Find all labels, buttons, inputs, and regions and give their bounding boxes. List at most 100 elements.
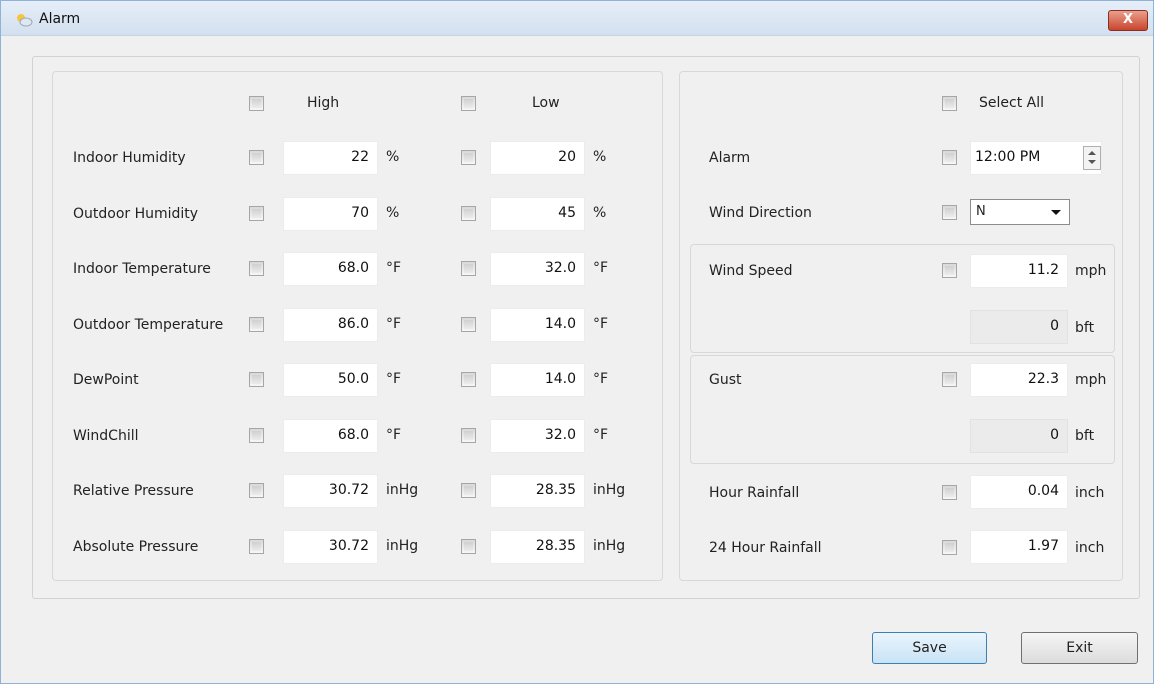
low-unit: inHg: [593, 482, 626, 498]
low-unit: °F: [593, 371, 609, 387]
high-checkbox[interactable]: [249, 428, 264, 443]
low-unit: °F: [593, 427, 609, 443]
high-value-input[interactable]: 22: [283, 141, 378, 175]
high-unit: %: [386, 205, 400, 221]
high-checkbox[interactable]: [249, 317, 264, 332]
high-value-input[interactable]: 70: [283, 197, 378, 231]
threshold-row-label: DewPoint: [73, 372, 139, 388]
wind-direction-label: Wind Direction: [709, 205, 812, 221]
high-unit: inHg: [386, 482, 419, 498]
hour-rainfall-checkbox[interactable]: [942, 485, 957, 500]
hour-rainfall-label: Hour Rainfall: [709, 485, 800, 501]
threshold-row-label: Indoor Humidity: [73, 150, 186, 166]
gust-label: Gust: [709, 372, 742, 388]
alarm-label: Alarm: [709, 150, 751, 166]
high-checkbox[interactable]: [249, 150, 264, 165]
low-header: Low: [532, 95, 560, 111]
save-button[interactable]: Save: [872, 632, 987, 664]
time-spinner[interactable]: [1083, 146, 1101, 170]
low-value-input[interactable]: 20: [490, 141, 585, 175]
high-unit: %: [386, 149, 400, 165]
alarm-checkbox[interactable]: [942, 150, 957, 165]
low-value-input[interactable]: 14.0: [490, 308, 585, 342]
high-unit: °F: [386, 371, 402, 387]
low-checkbox[interactable]: [461, 539, 476, 554]
low-checkbox[interactable]: [461, 372, 476, 387]
high-unit: °F: [386, 316, 402, 332]
high-unit: °F: [386, 427, 402, 443]
threshold-row-label: Outdoor Humidity: [73, 206, 199, 222]
low-checkbox[interactable]: [461, 261, 476, 276]
title-bar[interactable]: Alarm X: [1, 1, 1153, 36]
day-rainfall-input[interactable]: 1.97: [970, 530, 1068, 564]
low-checkbox[interactable]: [461, 150, 476, 165]
threshold-row-label: Relative Pressure: [73, 483, 194, 499]
threshold-row-label: Absolute Pressure: [73, 539, 199, 555]
window-title: Alarm: [39, 11, 81, 27]
high-checkbox[interactable]: [249, 372, 264, 387]
hour-rainfall-unit: inch: [1075, 485, 1105, 501]
gust-input[interactable]: 22.3: [970, 363, 1068, 397]
low-unit: inHg: [593, 538, 626, 554]
wind-speed-input[interactable]: 11.2: [970, 254, 1068, 288]
low-checkbox[interactable]: [461, 206, 476, 221]
gust-checkbox[interactable]: [942, 372, 957, 387]
high-value-input[interactable]: 68.0: [283, 419, 378, 453]
low-value-input[interactable]: 32.0: [490, 419, 585, 453]
high-value-input[interactable]: 30.72: [283, 474, 378, 508]
spin-up-icon[interactable]: [1088, 151, 1096, 155]
wind-speed-bft-unit: bft: [1075, 320, 1095, 336]
wind-speed-bft-field: 0: [970, 310, 1068, 344]
high-value-input[interactable]: 86.0: [283, 308, 378, 342]
wind-direction-checkbox[interactable]: [942, 205, 957, 220]
high-value-input[interactable]: 50.0: [283, 363, 378, 397]
gust-unit: mph: [1075, 372, 1107, 388]
high-value-input[interactable]: 68.0: [283, 252, 378, 286]
close-icon[interactable]: X: [1108, 10, 1148, 31]
low-unit: %: [593, 149, 607, 165]
exit-button[interactable]: Exit: [1021, 632, 1138, 664]
high-checkbox[interactable]: [249, 483, 264, 498]
high-value-input[interactable]: 30.72: [283, 530, 378, 564]
low-value-input[interactable]: 28.35: [490, 474, 585, 508]
select-all-label: Select All: [979, 95, 1044, 111]
threshold-row-label: Outdoor Temperature: [73, 317, 224, 333]
wind-direction-value: N: [976, 204, 986, 219]
low-checkbox[interactable]: [461, 317, 476, 332]
wind-speed-unit: mph: [1075, 263, 1107, 279]
low-unit: °F: [593, 316, 609, 332]
high-select-checkbox[interactable]: [249, 96, 264, 111]
low-checkbox[interactable]: [461, 428, 476, 443]
high-checkbox[interactable]: [249, 206, 264, 221]
day-rainfall-checkbox[interactable]: [942, 540, 957, 555]
alarm-time-value: 12:00 PM: [975, 149, 1041, 165]
wind-direction-select[interactable]: N: [970, 199, 1070, 225]
low-checkbox[interactable]: [461, 483, 476, 498]
gust-bft-unit: bft: [1075, 428, 1095, 444]
high-header: High: [307, 95, 340, 111]
chevron-down-icon: [1051, 210, 1061, 215]
low-value-input[interactable]: 28.35: [490, 530, 585, 564]
threshold-row-label: Indoor Temperature: [73, 261, 211, 277]
low-value-input[interactable]: 14.0: [490, 363, 585, 397]
select-all-checkbox[interactable]: [942, 96, 957, 111]
gust-bft-field: 0: [970, 419, 1068, 453]
high-unit: inHg: [386, 538, 419, 554]
day-rainfall-label: 24 Hour Rainfall: [709, 540, 822, 556]
hour-rainfall-input[interactable]: 0.04: [970, 475, 1068, 509]
low-unit: %: [593, 205, 607, 221]
low-unit: °F: [593, 260, 609, 276]
spin-down-icon[interactable]: [1088, 160, 1096, 164]
low-select-checkbox[interactable]: [461, 96, 476, 111]
wind-speed-checkbox[interactable]: [942, 263, 957, 278]
high-checkbox[interactable]: [249, 261, 264, 276]
high-unit: °F: [386, 260, 402, 276]
weather-icon: [15, 12, 33, 27]
wind-speed-label: Wind Speed: [709, 263, 793, 279]
high-checkbox[interactable]: [249, 539, 264, 554]
alarm-window: Alarm X High Low Indoor Humidity 22% 20% Ou…: [0, 0, 1154, 684]
low-value-input[interactable]: 45: [490, 197, 585, 231]
day-rainfall-unit: inch: [1075, 540, 1105, 556]
low-value-input[interactable]: 32.0: [490, 252, 585, 286]
threshold-row-label: WindChill: [73, 428, 139, 444]
